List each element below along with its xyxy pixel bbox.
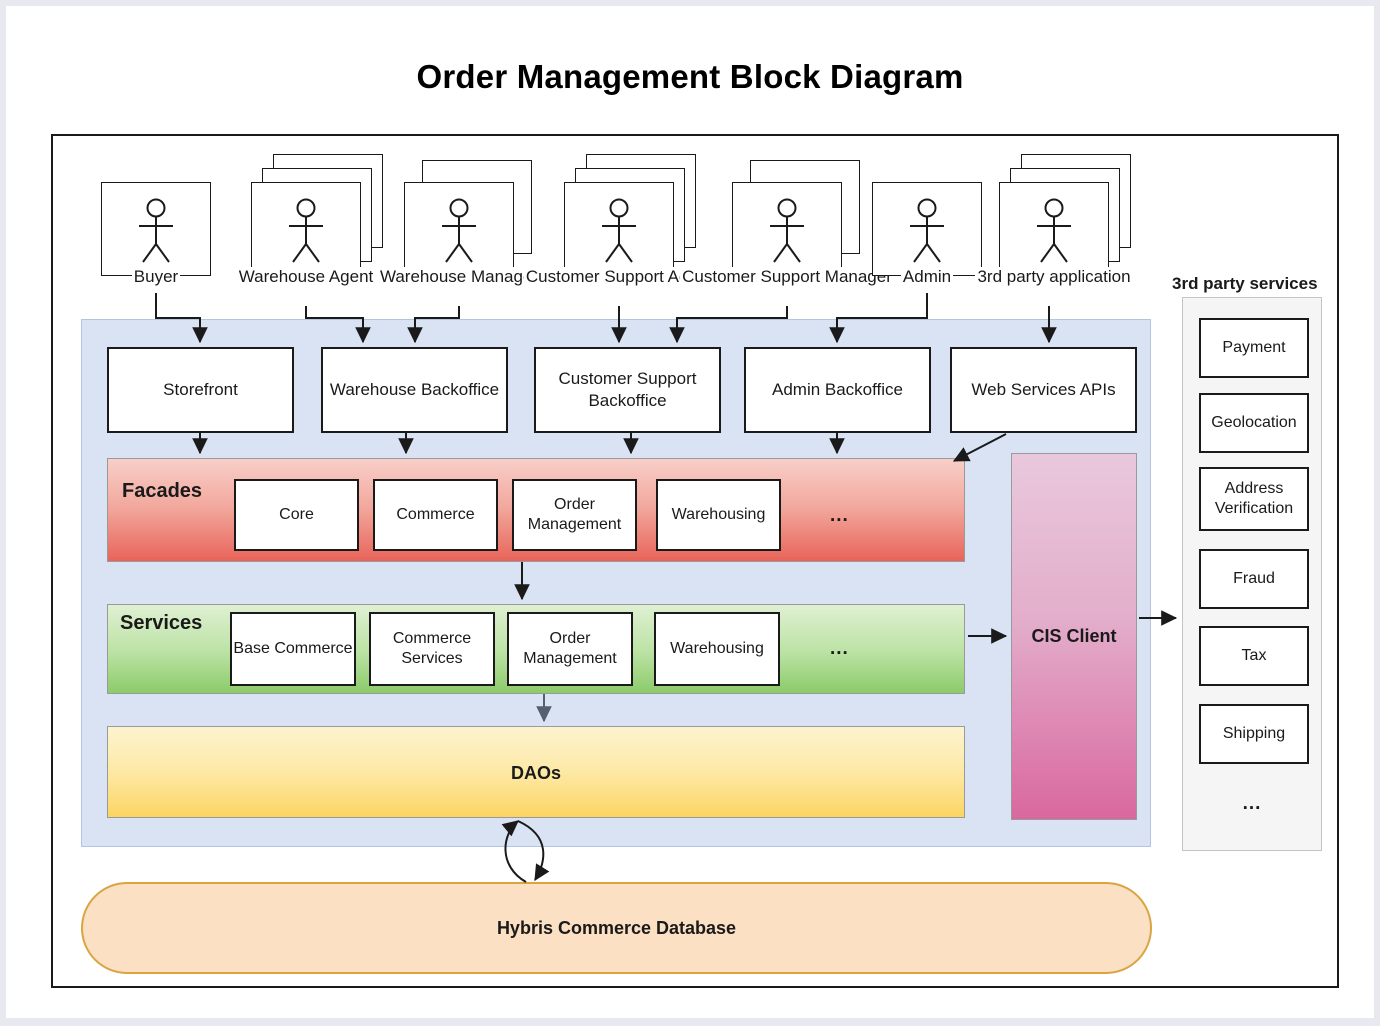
app-warehouse-backoffice[interactable]: Warehouse Backoffice xyxy=(321,347,508,433)
facade-commerce[interactable]: Commerce xyxy=(373,479,498,551)
app-customer-support-backoffice[interactable]: Customer Support Backoffice xyxy=(534,347,721,433)
stick-figure-icon xyxy=(910,198,944,263)
third-party-services-panel: Payment Geolocation Address Verification… xyxy=(1182,297,1322,851)
app-web-services-apis[interactable]: Web Services APIs xyxy=(950,347,1137,433)
actor-label: Warehouse Agent xyxy=(236,267,376,286)
diagram-page: Order Management Block Diagram Buyer War… xyxy=(6,6,1374,1018)
app-storefront[interactable]: Storefront xyxy=(107,347,294,433)
service-base-commerce[interactable]: Base Commerce xyxy=(230,612,356,686)
page-title: Order Management Block Diagram xyxy=(416,58,964,95)
actor-label: 3rd party application xyxy=(975,267,1133,286)
services-more: ... xyxy=(830,638,849,659)
hybris-commerce-database[interactable]: Hybris Commerce Database xyxy=(81,882,1152,974)
third-party-item-tax[interactable]: Tax xyxy=(1199,626,1309,686)
third-party-item-shipping[interactable]: Shipping xyxy=(1199,704,1309,764)
actor-warehouse-agent[interactable]: Warehouse Agent xyxy=(236,154,383,286)
facades-title: Facades xyxy=(122,480,203,502)
third-party-item-fraud[interactable]: Fraud xyxy=(1199,549,1309,609)
actor-admin[interactable]: Admin xyxy=(872,182,982,286)
facade-warehousing[interactable]: Warehousing xyxy=(656,479,781,551)
third-party-item-geolocation[interactable]: Geolocation xyxy=(1199,393,1309,453)
service-commerce-services[interactable]: Commerce Services xyxy=(369,612,495,686)
third-party-item-address-verification[interactable]: Address Verification xyxy=(1199,467,1309,531)
stick-figure-icon xyxy=(1037,198,1071,263)
facade-order-management[interactable]: Order Management xyxy=(512,479,637,551)
stick-figure-icon xyxy=(442,198,476,263)
service-warehousing[interactable]: Warehousing xyxy=(654,612,780,686)
facade-core[interactable]: Core xyxy=(234,479,359,551)
third-party-more: ... xyxy=(1242,793,1262,814)
actor-customer-support-agent[interactable]: Customer Support Agent xyxy=(523,154,715,286)
stick-figure-icon xyxy=(289,198,323,263)
third-party-services-title: 3rd party services xyxy=(1172,274,1318,293)
actor-warehouse-manager[interactable]: Warehouse Manager xyxy=(377,160,541,286)
actor-3rd-party-application[interactable]: 3rd party application xyxy=(975,154,1133,286)
stick-figure-icon xyxy=(770,198,804,263)
layer-daos: DAOs xyxy=(107,726,965,818)
services-title: Services xyxy=(120,612,203,634)
facades-more: ... xyxy=(830,505,849,526)
stick-figure-icon xyxy=(139,198,173,263)
actor-buyer[interactable]: Buyer xyxy=(101,182,211,286)
cis-client[interactable]: CIS Client xyxy=(1011,453,1137,820)
daos-title: DAOs xyxy=(510,763,561,783)
service-order-management[interactable]: Order Management xyxy=(507,612,633,686)
third-party-item-payment[interactable]: Payment xyxy=(1199,318,1309,378)
stick-figure-icon xyxy=(602,198,636,263)
app-admin-backoffice[interactable]: Admin Backoffice xyxy=(744,347,931,433)
actor-customer-support-manager[interactable]: Customer Support Manager xyxy=(680,160,894,286)
actor-label: Buyer xyxy=(131,267,181,286)
